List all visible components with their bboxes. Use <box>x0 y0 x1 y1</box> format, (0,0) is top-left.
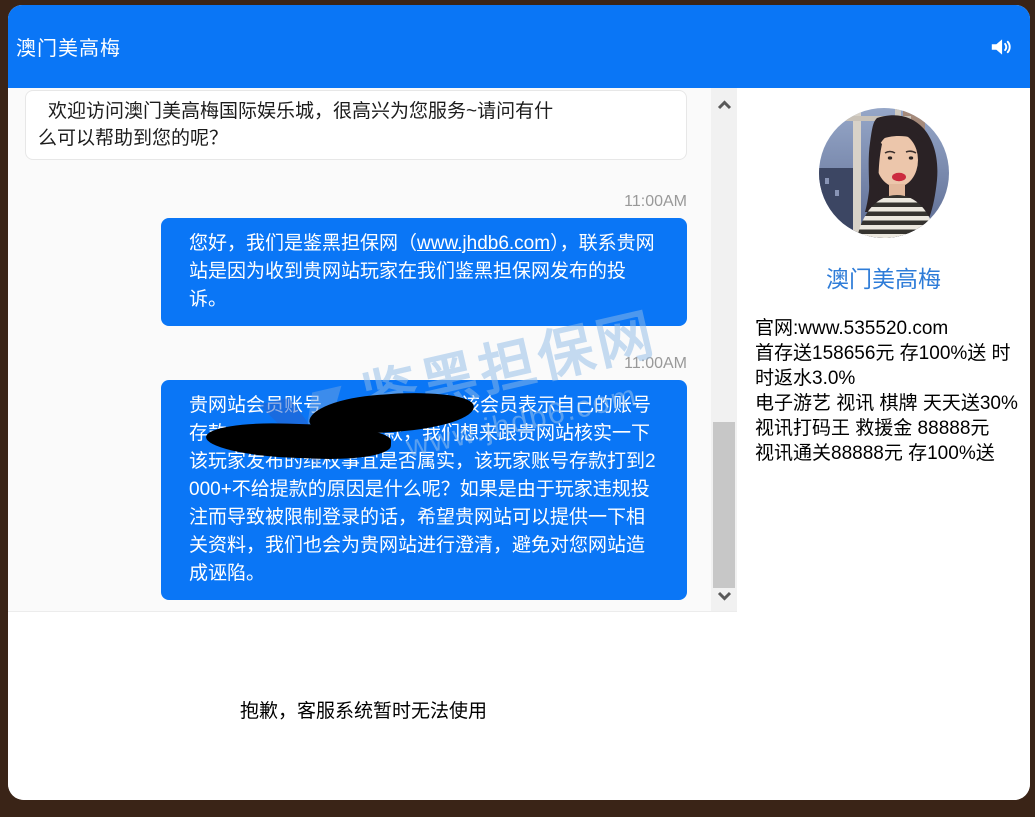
timestamp: 11:00AM <box>8 354 737 374</box>
window-title: 澳门美高梅 <box>16 32 121 61</box>
speaker-icon[interactable] <box>986 32 1016 62</box>
title-bar: 澳门美高梅 <box>8 5 1030 88</box>
agent-name: 澳门美高梅 <box>737 260 1030 294</box>
promo-line: 视讯通关88888元 存100%送 <box>755 441 1020 466</box>
promo-line: 首存送158656元 存100%送 时 <box>755 341 1020 366</box>
promo-line: 电子游艺 视讯 棋牌 天天送30% <box>755 391 1020 416</box>
promo-block: 官网:www.535520.com 首存送158656元 存100%送 时 时返… <box>755 316 1020 466</box>
chat-window: 澳门美高梅 欢迎访问澳门美高梅国际娱乐城，很高兴为您服务~请问有什 么可以帮助到… <box>8 5 1030 800</box>
main-row: 欢迎访问澳门美高梅国际娱乐城，很高兴为您服务~请问有什 么可以帮助到您的呢？ 1… <box>8 88 1030 612</box>
scrollbar-thumb[interactable] <box>713 422 735 588</box>
message-text: 贵网站会员账号 <box>189 395 322 416</box>
outgoing-message-bubble: 您好，我们是鉴黑担保网（www.jhdb6.com），联系贵网站是因为收到贵网站… <box>161 218 687 326</box>
message-text: 欢迎访问澳门美高梅国际娱乐城，很高兴为您服务~请问有什 <box>38 98 674 125</box>
message-text: 您好，我们是鉴黑担保网（ <box>189 233 417 254</box>
scroll-down-button[interactable] <box>711 584 737 608</box>
timestamp: 11:00AM <box>8 192 737 212</box>
message-text: 么可以帮助到您的呢？ <box>38 125 674 152</box>
scroll-up-button[interactable] <box>711 93 737 117</box>
chat-message-area: 欢迎访问澳门美高梅国际娱乐城，很高兴为您服务~请问有什 么可以帮助到您的呢？ 1… <box>8 88 737 612</box>
promo-line: 时返水3.0% <box>755 366 1020 391</box>
jhdb6-link[interactable]: www.jhdb6.com <box>417 233 550 254</box>
chevron-down-icon <box>717 591 732 601</box>
incoming-message-bubble: 欢迎访问澳门美高梅国际娱乐城，很高兴为您服务~请问有什 么可以帮助到您的呢？ <box>25 90 687 160</box>
chat-scrollbar[interactable] <box>711 88 737 611</box>
avatar <box>819 108 949 238</box>
input-area-disabled: 抱歉，客服系统暂时无法使用 <box>8 612 1030 800</box>
chevron-up-icon <box>717 100 732 110</box>
outgoing-message-bubble: 贵网站会员账号，该会员表示自己的账号存款不给提款，我们想来跟贵网站核实一下该玩家… <box>161 380 687 600</box>
agent-profile-panel: 澳门美高梅 官网:www.535520.com 首存送158656元 存100%… <box>737 88 1030 612</box>
promo-line: 官网:www.535520.com <box>755 316 1020 341</box>
system-unavailable-notice: 抱歉，客服系统暂时无法使用 <box>240 696 487 723</box>
promo-line: 视讯打码王 救援金 88888元 <box>755 416 1020 441</box>
